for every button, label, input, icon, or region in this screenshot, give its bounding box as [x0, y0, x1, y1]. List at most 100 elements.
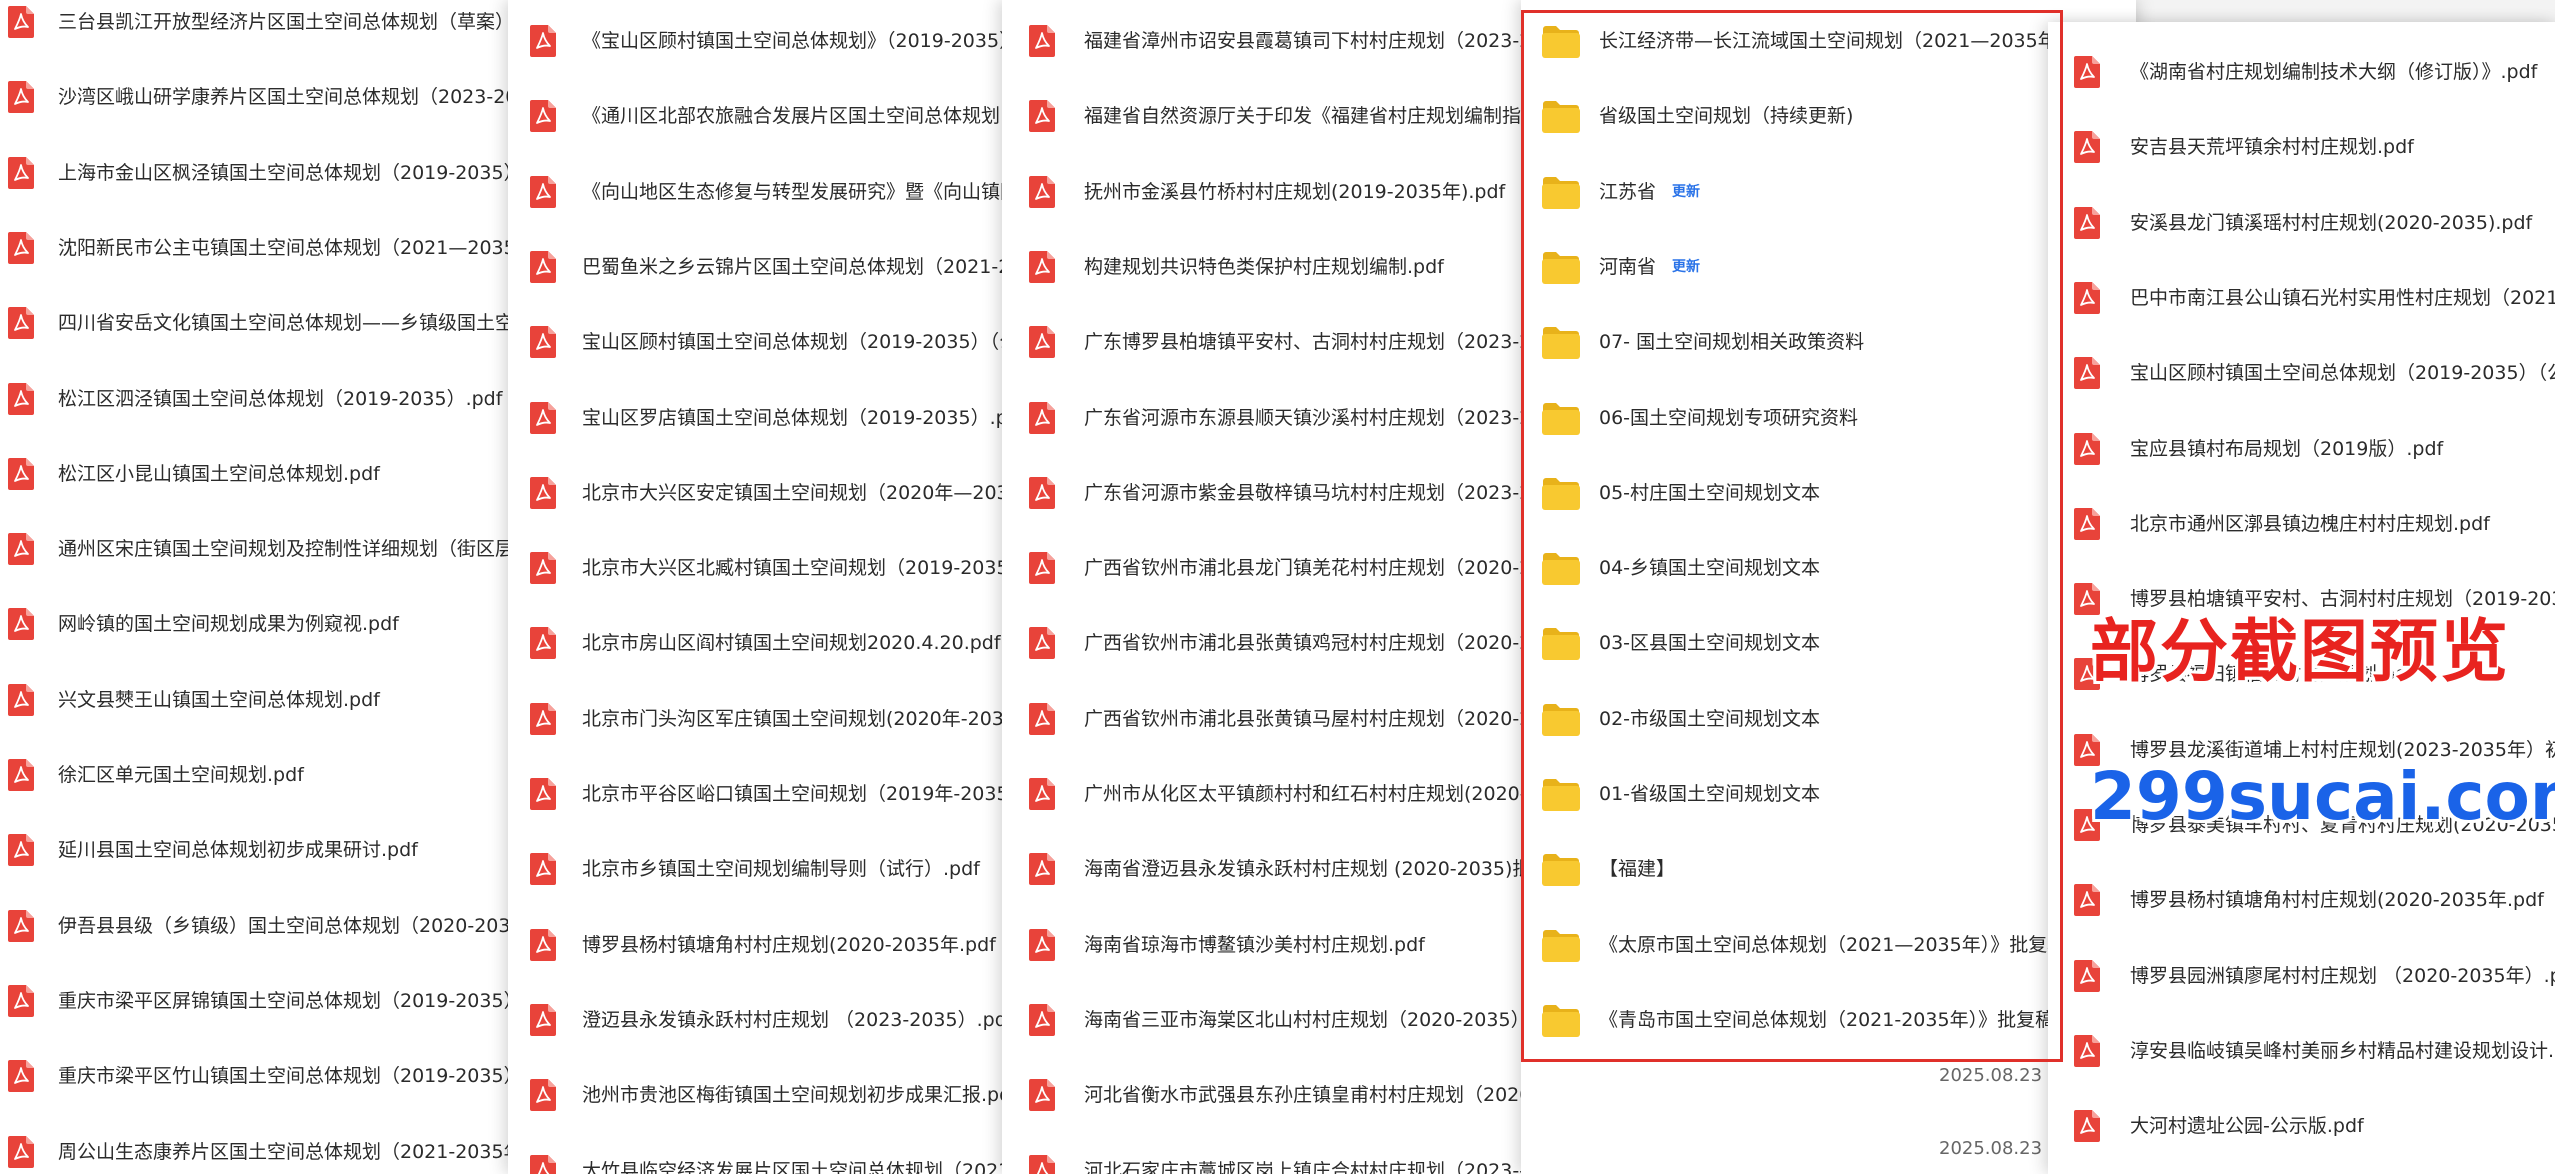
file-row[interactable]: 淳安县临岐镇吴峰村美丽乡村精品村建设规划设计.pdf	[2048, 1014, 2555, 1089]
file-row[interactable]: 北京市大兴区安定镇国土空间规划（2020年—2035年）.pdf	[508, 456, 1013, 531]
file-row[interactable]: 通州区宋庄镇国土空间规划及控制性详细规划（街区层面）.pdf	[0, 512, 520, 587]
file-row[interactable]: 兴文县僰王山镇国土空间总体规划.pdf	[0, 663, 520, 738]
file-row[interactable]: 北京市平谷区峪口镇国土空间规划（2019年-2035年）.pdf	[508, 757, 1013, 832]
file-row[interactable]: 北京市大兴区北臧村镇国土空间规划（2019-2035）.pdf	[508, 531, 1013, 606]
file-row[interactable]: 河北省衡水市武强县东孙庄镇皇甫村村庄规划（2020-2035）图集.pdf	[1002, 1058, 1522, 1133]
file-row[interactable]: 《通川区北部农旅融合发展片区国土空间总体规划（2021-2035年）》.pdf	[508, 79, 1013, 154]
file-row[interactable]: 重庆市梁平区竹山镇国土空间总体规划（2019-2035）.pdf	[0, 1039, 520, 1114]
file-row[interactable]: 海南省琼海市博鳌镇沙美村村庄规划.pdf	[1002, 908, 1522, 983]
pdf-file-icon	[8, 307, 34, 340]
file-row[interactable]: 四川省安岳文化镇国土空间总体规划——乡镇级国土空间总体规划.pdf	[0, 286, 520, 361]
folder-row[interactable]: 省级国土空间规划（持续更新)	[1521, 79, 2136, 154]
file-row[interactable]: 广东博罗县柏塘镇平安村、古洞村村庄规划（2023-2035年）.pdf	[1002, 305, 1522, 380]
folder-row[interactable]: 04-乡镇国土空间规划文本	[1521, 531, 2136, 606]
folder-row[interactable]: 《太原市国土空间总体规划（2021—2035年）》批复稿	[1521, 908, 2136, 983]
file-row[interactable]: 三台县凯江开放型经济片区国土空间总体规划（草案）.pdf	[0, 0, 520, 60]
file-row[interactable]: 广西省钦州市浦北县张黄镇马屋村村庄规划（2020-2035年）.pdf	[1002, 682, 1522, 757]
file-row[interactable]: 大竹县临空经济发展片区国土空间总体规划（2023-2035年）.pdf	[508, 1134, 1013, 1174]
file-list-panel-2: 《宝山区顾村镇国土空间总体规划》（2019-2035）.pdf 《通川区北部农旅融…	[508, 0, 1013, 1174]
file-name: 广东博罗县柏塘镇平安村、古洞村村庄规划（2023-2035年）.pdf	[1084, 331, 1522, 354]
pdf-file-icon	[2074, 131, 2100, 164]
file-row[interactable]: 大河村遗址公园-公示版.pdf	[2048, 1089, 2555, 1164]
file-row[interactable]: 池州市贵池区梅街镇国土空间规划初步成果汇报.pdf	[508, 1058, 1013, 1133]
file-row[interactable]: 伊吾县县级（乡镇级）国土空间总体规划（2020-2035年）.pdf	[0, 889, 520, 964]
file-row[interactable]: 徐汇区单元国土空间规划.pdf	[0, 738, 520, 813]
file-row[interactable]: 上海市金山区枫泾镇国土空间总体规划（2019-2035）草案.pdf	[0, 136, 520, 211]
file-row[interactable]: 海南省澄迈县永发镇永跃村村庄规划 (2020-2035)批前公示.pdf	[1002, 832, 1522, 907]
folder-row[interactable]: 03-区县国土空间规划文本	[1521, 606, 2136, 681]
file-row[interactable]: 巴蜀鱼米之乡云锦片区国土空间总体规划（2021-2035年）.pdf	[508, 230, 1013, 305]
file-row[interactable]: 宝山区顾村镇国土空间总体规划（2019-2035）（公示稿）.pdf	[2048, 336, 2555, 411]
file-row[interactable]: 抚州市金溪县竹桥村村庄规划(2019-2035年).pdf	[1002, 155, 1522, 230]
file-row[interactable]: 福建省漳州市诏安县霞葛镇司下村村庄规划（2023-2035年）.pdf	[1002, 4, 1522, 79]
file-name: 安吉县天荒坪镇余村村庄规划.pdf	[2130, 136, 2414, 159]
file-row[interactable]: 博罗县杨村镇塘角村村庄规划(2020-2035年.pdf	[508, 908, 1013, 983]
file-row[interactable]: 广西省钦州市浦北县龙门镇羌花村村庄规划（2020-2035年）.pdf	[1002, 531, 1522, 606]
pdf-file-icon	[530, 1003, 556, 1036]
file-name: 沙湾区峨山研学康养片区国土空间总体规划（2023-2035年）.pdf	[58, 86, 520, 109]
file-row[interactable]: 广西省钦州市浦北县张黄镇鸡冠村村庄规划（2020-2035年）.pdf	[1002, 606, 1522, 681]
folder-row[interactable]: 05-村庄国土空间规划文本	[1521, 456, 2136, 531]
file-row[interactable]: 《湖南省村庄规划编制技术大纲（修订版）》.pdf	[2048, 35, 2555, 110]
folder-row[interactable]: 《青岛市国土空间总体规划（2021-2035年）》批复稿	[1521, 983, 2136, 1058]
folder-name: 05-村庄国土空间规划文本	[1599, 456, 1820, 531]
folder-icon	[1541, 1004, 1581, 1038]
file-row[interactable]: 澄迈县永发镇永跃村村庄规划 （2023-2035）.pdf	[508, 983, 1013, 1058]
folder-label: 02-市级国土空间规划文本	[1599, 707, 1821, 730]
file-row[interactable]: 周公山生态康养片区国土空间总体规划（2021-2035年）.pdf	[0, 1115, 520, 1174]
folder-row[interactable]: 06-国土空间规划专项研究资料	[1521, 381, 2136, 456]
file-row[interactable]: 北京市通州区漷县镇边槐庄村村庄规划.pdf	[2048, 487, 2555, 562]
file-name: 《向山地区生态修复与转型发展研究》暨《向山镇国土空间总体规划》.pdf	[582, 180, 1013, 203]
file-name: 海南省澄迈县永发镇永跃村村庄规划 (2020-2035)批前公示.pdf	[1084, 858, 1522, 881]
file-name: 通州区宋庄镇国土空间规划及控制性详细规划（街区层面）.pdf	[58, 538, 520, 561]
file-row[interactable]: 巴中市南江县公山镇石光村实用性村庄规划（2021-2035年）.pdf	[2048, 261, 2555, 336]
file-row[interactable]: 海南省三亚市海棠区北山村村庄规划（2020-2035）.pdf	[1002, 983, 1522, 1058]
file-row[interactable]: 宝山区罗店镇国土空间总体规划（2019-2035）.pdf	[508, 381, 1013, 456]
file-row[interactable]: 《向山地区生态修复与转型发展研究》暨《向山镇国土空间总体规划》.pdf	[508, 155, 1013, 230]
file-row[interactable]: 博罗县园洲镇廖尾村村庄规划 （2020-2035年）.pdf	[2048, 939, 2555, 1014]
file-row[interactable]: 北京市乡镇国土空间规划编制导则（试行）.pdf	[508, 832, 1013, 907]
folder-row[interactable]: 长江经济带—长江流域国土空间规划（2021—2035年）	[1521, 4, 2136, 79]
file-row[interactable]: 构建规划共识特色类保护村庄规划编制.pdf	[1002, 230, 1522, 305]
file-row[interactable]: 广东省河源市东源县顺天镇沙溪村村庄规划（2023-2035年）.pdf	[1002, 381, 1522, 456]
folder-row[interactable]: 07- 国土空间规划相关政策资料	[1521, 305, 2136, 380]
file-row[interactable]: 延川县国土空间总体规划初步成果研讨.pdf	[0, 813, 520, 888]
file-name: 兴文县僰王山镇国土空间总体规划.pdf	[58, 688, 380, 711]
folder-icon	[1541, 929, 1581, 963]
file-row[interactable]: 北京市门头沟区军庄镇国土空间规划(2020年-2035年).pdf	[508, 682, 1013, 757]
file-name: 重庆市梁平区屏锦镇国土空间总体规划（2019-2035）.pdf	[58, 989, 520, 1012]
pdf-file-icon	[530, 627, 556, 660]
file-row[interactable]: 沙湾区峨山研学康养片区国土空间总体规划（2023-2035年）.pdf	[0, 60, 520, 135]
folder-row[interactable]: 【福建】	[1521, 832, 2136, 907]
file-row[interactable]: 安吉县天荒坪镇余村村庄规划.pdf	[2048, 110, 2555, 185]
file-row[interactable]: 福建省自然资源厅关于印发《福建省村庄规划编制指南》.pdf	[1002, 79, 1522, 154]
file-row[interactable]: 宝山区顾村镇国土空间总体规划（2019-2035）（公示稿）.pdf	[508, 305, 1013, 380]
file-row[interactable]: 沈阳新民市公主屯镇国土空间总体规划（2021—2035年）.pdf	[0, 211, 520, 286]
pdf-file-icon	[530, 100, 556, 133]
file-name: 宝山区罗店镇国土空间总体规划（2019-2035）.pdf	[582, 406, 1013, 429]
folder-row[interactable]: 江苏省 更新	[1521, 155, 2136, 230]
file-row[interactable]: 松江区小昆山镇国土空间总体规划.pdf	[0, 437, 520, 512]
file-row[interactable]: 博罗县杨村镇塘角村村庄规划(2020-2035年.pdf	[2048, 863, 2555, 938]
pdf-file-icon	[8, 231, 34, 264]
file-row[interactable]: 宝应县镇村布局规划（2019版）.pdf	[2048, 412, 2555, 487]
file-row[interactable]: 北京市房山区阎村镇国土空间规划2020.4.20.pdf	[508, 606, 1013, 681]
file-row[interactable]: 松江区泗泾镇国土空间总体规划（2019-2035）.pdf	[0, 362, 520, 437]
file-row[interactable]: 网岭镇的国土空间规划成果为例窥视.pdf	[0, 587, 520, 662]
file-row[interactable]: 安溪县龙门镇溪瑶村村庄规划(2020-2035).pdf	[2048, 186, 2555, 261]
pdf-file-icon	[8, 382, 34, 415]
pdf-file-icon	[8, 533, 34, 566]
file-row[interactable]: 河北石家庄市藁城区岗上镇庄合村村庄规划（2023--2035年）.pdf	[1002, 1134, 1522, 1174]
file-row[interactable]: 《宝山区顾村镇国土空间总体规划》（2019-2035）.pdf	[508, 4, 1013, 79]
file-row[interactable]: 广州市从化区太平镇颜村村和红石村村庄规划(2020-2035年).pdf	[1002, 757, 1522, 832]
folder-row[interactable]: 02-市级国土空间规划文本	[1521, 682, 2136, 757]
folder-row[interactable]: 河南省 更新	[1521, 230, 2136, 305]
modified-date: 2025.08.23 1	[1939, 1065, 2060, 1086]
folder-row[interactable]: 01-省级国土空间规划文本	[1521, 757, 2136, 832]
file-row[interactable]: 重庆市梁平区屏锦镇国土空间总体规划（2019-2035）.pdf	[0, 964, 520, 1039]
file-name: 安溪县龙门镇溪瑶村村庄规划(2020-2035).pdf	[2130, 211, 2533, 234]
file-name: 北京市乡镇国土空间规划编制导则（试行）.pdf	[582, 858, 980, 881]
file-name: 徐汇区单元国土空间规划.pdf	[58, 764, 304, 786]
file-row[interactable]: 广东省河源市紫金县敬梓镇马坑村村庄规划（2023-2035年）.pdf	[1002, 456, 1522, 531]
pdf-file-icon	[530, 1154, 556, 1174]
